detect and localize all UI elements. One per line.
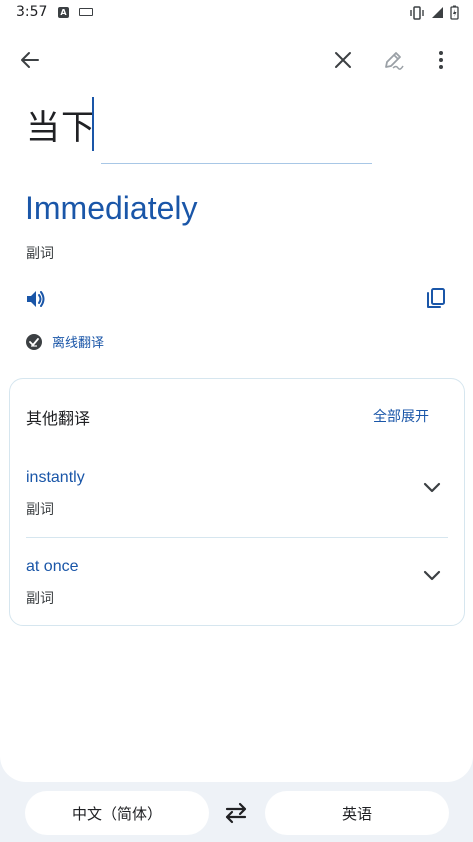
alt-translation-word: instantly <box>26 469 85 486</box>
back-button[interactable] <box>14 44 46 76</box>
vibrate-icon <box>410 5 424 20</box>
clear-button[interactable] <box>327 44 359 76</box>
alt-translation-word: at once <box>26 558 79 575</box>
speaker-icon <box>27 291 45 307</box>
keyboard-icon <box>79 8 93 16</box>
more-button[interactable] <box>425 44 457 76</box>
other-translations-card: 其他翻译 全部展开 instantly 副词 at once 副词 <box>9 378 465 626</box>
chevron-down-icon[interactable] <box>422 569 442 583</box>
chevron-down-icon[interactable] <box>422 481 442 495</box>
input-underline <box>101 163 372 164</box>
alt-translation-pos: 副词 <box>26 502 54 518</box>
target-language-button[interactable]: 英语 <box>265 791 449 835</box>
source-text-input[interactable]: 当下 <box>26 100 96 149</box>
status-bar: 3:57 A <box>0 0 473 26</box>
text-cursor <box>92 97 94 151</box>
part-of-speech: 副词 <box>26 246 54 262</box>
close-icon <box>335 52 351 68</box>
offline-check-icon <box>26 333 42 350</box>
offline-indicator: 离线翻译 <box>25 332 104 351</box>
swap-icon <box>225 802 247 824</box>
other-translations-title: 其他翻译 <box>26 409 91 428</box>
pen-icon <box>385 52 404 70</box>
handwrite-button[interactable] <box>377 44 409 76</box>
more-vert-icon <box>439 51 443 69</box>
arrow-left-icon <box>21 52 39 68</box>
signal-icon <box>432 7 443 18</box>
alt-translation-pos: 副词 <box>26 591 54 607</box>
battery-icon <box>450 5 459 20</box>
speak-button[interactable] <box>20 284 52 314</box>
copy-icon <box>427 288 445 308</box>
divider <box>26 537 448 538</box>
status-icons <box>409 5 459 20</box>
offline-label: 离线翻译 <box>52 336 105 351</box>
swap-languages-button[interactable] <box>222 799 250 827</box>
source-language-button[interactable]: 中文（简体） <box>25 791 209 835</box>
translation-result: Immediately <box>25 190 198 226</box>
status-time: 3:57 <box>16 4 48 20</box>
notification-a-icon: A <box>58 7 69 18</box>
list-item[interactable]: at once 副词 <box>10 539 464 627</box>
list-item[interactable]: instantly 副词 <box>10 451 464 539</box>
language-bar: 中文（简体） 英语 <box>0 782 473 842</box>
expand-all-button[interactable]: 全部展开 <box>373 406 429 426</box>
copy-button[interactable] <box>420 282 452 314</box>
